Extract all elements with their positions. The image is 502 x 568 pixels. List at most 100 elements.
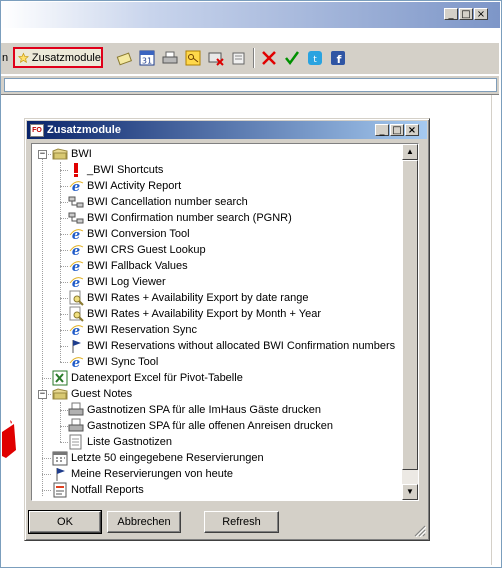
tree-line: [42, 154, 43, 496]
excel-icon: [52, 370, 68, 386]
tree-item-label: BWI Sync Tool: [87, 356, 159, 368]
tree-item[interactable]: Datenexport Excel für Pivot-Tabelle: [52, 370, 243, 386]
red-x-icon[interactable]: [261, 50, 277, 66]
background-red-shape: [2, 420, 16, 458]
tree-item-label: Letzte 50 eingegebene Reservierungen: [71, 452, 264, 464]
scroll-thumb[interactable]: [402, 160, 418, 470]
main-window-titlebar: _ □ ×: [2, 2, 500, 28]
tree-item[interactable]: BWI Cancellation number search: [68, 194, 248, 210]
tree-item-label: BWI Reservation Sync: [87, 324, 198, 336]
tree-line: [60, 298, 68, 299]
report-icon: [52, 482, 68, 498]
folder-icon: [52, 386, 68, 402]
ie-icon: e: [68, 354, 84, 370]
tree-line: [60, 362, 68, 363]
tree-item-label: Guest Notes: [71, 388, 133, 400]
tree-expander[interactable]: −: [38, 150, 47, 159]
tree-item-label: BWI Log Viewer: [87, 276, 166, 288]
tree-item-label: BWI Rates + Availability Export by date …: [87, 292, 309, 304]
tree-item-label: BWI Cancellation number search: [87, 196, 248, 208]
twitter-icon[interactable]: t: [307, 50, 323, 66]
exclamation-icon: [68, 162, 84, 178]
tree-line: [60, 426, 68, 427]
key-icon[interactable]: [185, 50, 201, 66]
tree-item-label: BWI Rates + Availability Export by Month…: [87, 308, 321, 320]
tree-item[interactable]: Guest Notes: [52, 386, 132, 402]
tree-line: [60, 442, 68, 443]
content-divider: [491, 95, 492, 565]
dialog-close-button[interactable]: ×: [405, 124, 419, 136]
tree-line: [42, 458, 51, 459]
zusatzmodule-button[interactable]: Zusatzmodule: [13, 47, 103, 68]
tree-item[interactable]: Notfall Reports: [52, 482, 144, 498]
facebook-icon[interactable]: f: [330, 50, 346, 66]
toolbar-divider: [253, 48, 255, 68]
tree-item-label: BWI Confirmation number search (PGNR): [87, 212, 292, 224]
tree-item[interactable]: Gastnotizen SPA für alle ImHaus Gäste dr…: [68, 402, 321, 418]
tree-item-label: BWI Activity Report: [87, 180, 182, 192]
printer-icon[interactable]: [162, 50, 178, 66]
dialog-titlebar: FO Zusatzmodule _ □ ×: [27, 121, 427, 139]
minimize-button[interactable]: _: [444, 8, 458, 20]
tree-item[interactable]: e BWI Fallback Values: [68, 258, 188, 274]
address-field[interactable]: [4, 78, 497, 92]
tree-item-label: _BWI Shortcuts: [87, 164, 164, 176]
green-check-icon[interactable]: [284, 50, 300, 66]
scroll-up-button[interactable]: ▲: [402, 144, 418, 160]
toolbar-left-fragment: n: [2, 52, 9, 64]
tree-item[interactable]: BWI Rates + Availability Export by date …: [68, 290, 308, 306]
tree-item-label: BWI CRS Guest Lookup: [87, 244, 206, 256]
tree-item[interactable]: e BWI Sync Tool: [68, 354, 158, 370]
tree-item-label: BWI: [71, 148, 92, 160]
tree-item[interactable]: Gastnotizen SPA für alle offenen Anreise…: [68, 418, 333, 434]
flag-icon: [68, 338, 84, 354]
tree-item[interactable]: e BWI Reservation Sync: [68, 322, 197, 338]
tree-item[interactable]: BWI Reservations without allocated BWI C…: [68, 338, 395, 354]
maximize-button[interactable]: □: [459, 8, 473, 20]
ie-icon: e: [68, 258, 84, 274]
document-icon[interactable]: [231, 50, 247, 66]
tree-item[interactable]: _BWI Shortcuts: [68, 162, 163, 178]
tree-line: [60, 170, 68, 171]
tree-line: [60, 186, 68, 187]
tree-item[interactable]: Meine Reservierungen von heute: [52, 466, 233, 482]
resize-grip-icon[interactable]: [414, 525, 426, 537]
scroll-down-button[interactable]: ▼: [402, 484, 418, 500]
tree-line: [42, 474, 51, 475]
tree-item[interactable]: e BWI Log Viewer: [68, 274, 166, 290]
tree-line: [60, 330, 68, 331]
calendar-icon: [52, 450, 68, 466]
module-tree[interactable]: BWI − _BWI Shortcuts e BWI Activity Report BW…: [31, 143, 419, 501]
svg-text:f: f: [337, 53, 342, 66]
tree-item-label: Datenexport Excel für Pivot-Tabelle: [71, 372, 243, 384]
ie-icon: e: [68, 178, 84, 194]
close-button[interactable]: ×: [474, 8, 488, 20]
network-icon: [68, 210, 84, 226]
tree-item[interactable]: BWI: [52, 146, 92, 162]
dialog-maximize-button[interactable]: □: [390, 124, 404, 136]
tree-item-label: Gastnotizen SPA für alle offenen Anreise…: [87, 420, 334, 432]
note-icon[interactable]: [116, 50, 132, 66]
tree-item-label: BWI Reservations without allocated BWI C…: [87, 340, 396, 352]
tree-item[interactable]: Liste Gastnotizen: [68, 434, 172, 450]
svg-text:31: 31: [142, 57, 152, 66]
tree-line: [60, 282, 68, 283]
tree-item[interactable]: e BWI Conversion Tool: [68, 226, 190, 242]
dialog-minimize-button[interactable]: _: [375, 124, 389, 136]
calendar-icon[interactable]: 31: [139, 50, 155, 66]
tree-scrollbar[interactable]: ▲ ▼: [402, 144, 418, 500]
tree-item[interactable]: Letzte 50 eingegebene Reservierungen: [52, 450, 264, 466]
card-x-icon[interactable]: [208, 50, 224, 66]
cancel-button[interactable]: Abbrechen: [107, 511, 181, 533]
dialog-title: Zusatzmodule: [47, 124, 121, 136]
tree-line: [60, 314, 68, 315]
tree-item[interactable]: e BWI CRS Guest Lookup: [68, 242, 206, 258]
ok-button[interactable]: OK: [28, 510, 102, 534]
tree-expander[interactable]: −: [38, 390, 47, 399]
refresh-button[interactable]: Refresh: [204, 511, 279, 533]
tree-item[interactable]: BWI Confirmation number search (PGNR): [68, 210, 292, 226]
printer-icon: [68, 402, 84, 418]
tree-item[interactable]: BWI Rates + Availability Export by Month…: [68, 306, 321, 322]
svg-text:t: t: [313, 55, 317, 65]
tree-item[interactable]: e BWI Activity Report: [68, 178, 181, 194]
